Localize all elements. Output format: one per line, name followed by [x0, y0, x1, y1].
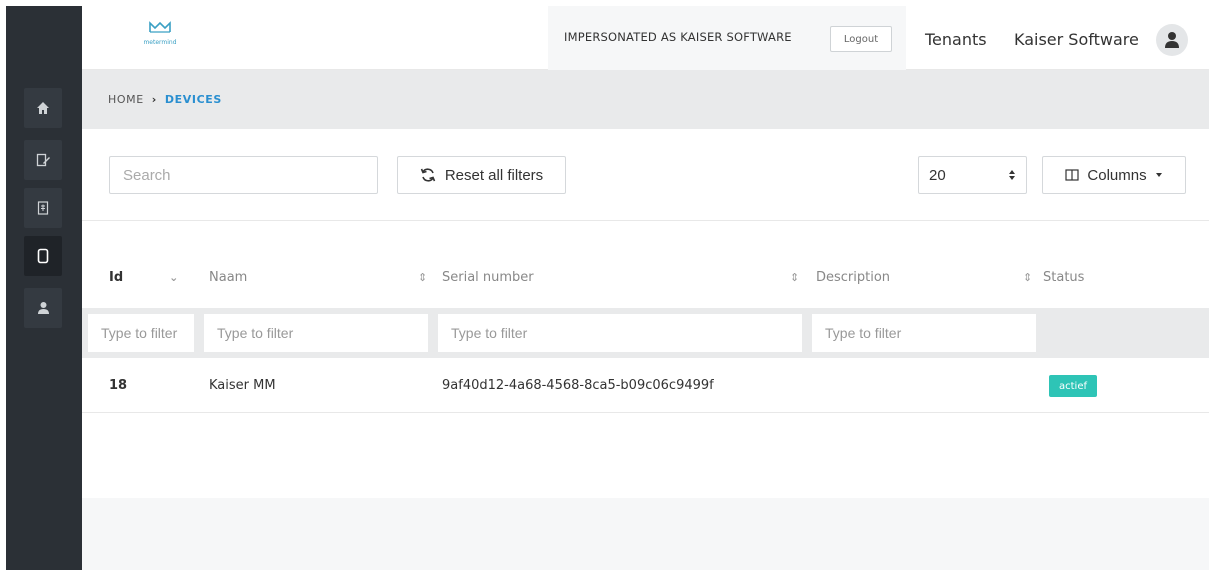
impersonation-panel: IMPERSONATED AS KAISER SOFTWARE Logout: [548, 6, 906, 70]
sidebar-item-billing[interactable]: [24, 188, 62, 228]
column-header-naam[interactable]: Naam: [209, 270, 247, 285]
breadcrumb-current: DEVICES: [164, 93, 222, 106]
impersonation-text: IMPERSONATED AS KAISER SOFTWARE: [564, 30, 792, 44]
filter-input-serial-number[interactable]: [438, 314, 802, 352]
home-icon: [37, 102, 49, 114]
user-avatar-icon: [1165, 32, 1179, 48]
sort-desc-icon: ⌄: [169, 271, 179, 284]
sort-icon[interactable]: ⇕: [790, 271, 799, 284]
edit-icon: [36, 153, 50, 166]
column-header-label: Naam: [209, 270, 248, 285]
column-header-serial-number[interactable]: Serial number: [442, 270, 534, 285]
page-size-value: 20: [929, 166, 946, 184]
cell-serial-number: 9af40d12-4a68-4568-8ca5-b09c06c9499f: [442, 378, 714, 393]
breadcrumb-home[interactable]: HOME: [108, 93, 144, 106]
column-header-label: Description: [816, 270, 891, 285]
device-icon: [37, 248, 49, 264]
status-badge: actief: [1049, 375, 1097, 397]
cell-id: 18: [109, 378, 128, 393]
filter-input-naam[interactable]: [204, 314, 428, 352]
user-icon: [37, 302, 49, 314]
reset-filters-button[interactable]: Reset all filters: [397, 156, 566, 194]
company-link[interactable]: Kaiser Software: [1014, 30, 1139, 49]
sidebar-item-devices[interactable]: [24, 236, 62, 276]
page-size-select[interactable]: 20: [918, 156, 1027, 194]
column-header-description[interactable]: Description: [816, 270, 890, 285]
column-header-label: Status: [1043, 270, 1085, 285]
breadcrumb-bar: HOME › DEVICES: [82, 70, 1209, 129]
reset-filters-label: Reset all filters: [444, 166, 544, 184]
columns-label: Columns: [1087, 166, 1147, 184]
cell-naam: Kaiser MM: [209, 378, 276, 393]
sidebar: [6, 6, 82, 570]
logo[interactable]: metermind: [138, 20, 182, 46]
sort-icon[interactable]: ⇕: [1023, 271, 1032, 284]
avatar[interactable]: [1156, 24, 1188, 56]
columns-icon: [1065, 169, 1080, 181]
filter-row: [82, 308, 1209, 358]
breadcrumb-separator: ›: [151, 93, 157, 106]
top-bar: metermind IMPERSONATED AS KAISER SOFTWAR…: [82, 6, 1209, 70]
footer-area: [82, 498, 1209, 570]
filter-input-description[interactable]: [812, 314, 1036, 352]
select-arrows-icon: [1009, 170, 1015, 180]
table-row[interactable]: 18 Kaiser MM 9af40d12-4a68-4568-8ca5-b09…: [82, 358, 1209, 413]
metermind-logo-icon: [149, 21, 171, 33]
toolbar: Reset all filters 20 Columns: [82, 129, 1209, 221]
column-header-label: Id: [109, 270, 124, 285]
search-input[interactable]: [109, 156, 378, 194]
column-header-status[interactable]: Status: [1043, 270, 1084, 285]
logo-text: metermind: [143, 39, 177, 46]
refresh-icon: [420, 168, 436, 182]
breadcrumb: HOME › DEVICES: [108, 93, 222, 106]
sidebar-item-edit[interactable]: [24, 140, 62, 180]
table-header: Id ⌄ Naam ⇕ Serial number ⇕ Description …: [82, 270, 1209, 306]
column-header-id[interactable]: Id ⌄: [109, 270, 178, 285]
sidebar-item-home[interactable]: [24, 88, 62, 128]
sort-icon[interactable]: ⇕: [418, 271, 427, 284]
tenants-link[interactable]: Tenants: [925, 30, 987, 49]
column-header-label: Serial number: [442, 270, 534, 285]
logout-button[interactable]: Logout: [830, 26, 892, 52]
caret-down-icon: [1155, 173, 1162, 177]
filter-input-id[interactable]: [88, 314, 194, 352]
receipt-icon: [37, 201, 49, 215]
columns-button[interactable]: Columns: [1042, 156, 1186, 194]
sidebar-item-users[interactable]: [24, 288, 62, 328]
